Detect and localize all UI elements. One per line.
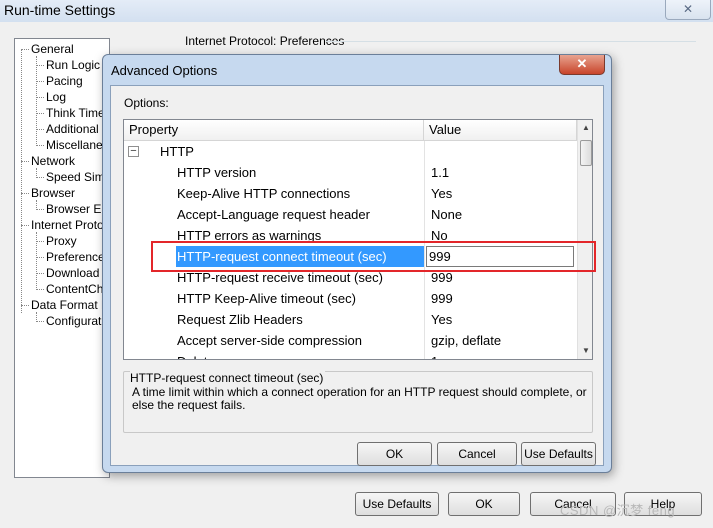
tree-item[interactable]: Preferences (46, 250, 109, 264)
tree-connector (36, 65, 44, 66)
annotation-highlight-box (151, 241, 596, 272)
tree-item[interactable]: Log (46, 90, 66, 104)
tree-connector (36, 257, 44, 258)
property-name: Request Zlib Headers (177, 312, 303, 327)
tree-item[interactable]: Browser Em (46, 202, 109, 216)
tree-item[interactable]: Data Format Ex (31, 298, 109, 312)
property-name: Accept-Language request header (177, 207, 370, 222)
scrollbar-thumb[interactable] (580, 140, 592, 166)
property-name: Keep-Alive HTTP connections (177, 186, 351, 201)
tree-connector (36, 97, 44, 98)
tree-connector (21, 225, 29, 226)
close-window-button[interactable]: ✕ (665, 0, 711, 20)
title-bar: Run-time Settings (0, 0, 713, 22)
property-row[interactable]: HTTP Keep-Alive timeout (sec) 999 (124, 288, 577, 309)
tree-connector (36, 113, 44, 114)
scroll-up-arrow-icon[interactable]: ▲ (578, 120, 592, 136)
tree-item[interactable]: Miscellaneo (46, 138, 109, 152)
settings-tree[interactable]: General Run Logic Pacing Log Think Time Addit… (14, 38, 110, 478)
tree-connector (36, 273, 44, 274)
tree-item[interactable]: Internet Protoc (31, 218, 109, 232)
tree-connector (36, 56, 37, 146)
tree-connector (36, 129, 44, 130)
tree-item[interactable]: Additional a (46, 122, 109, 136)
section-divider (326, 41, 696, 42)
tree-connector (21, 161, 29, 162)
tree-connector (36, 81, 44, 82)
property-row[interactable]: Delete ... 1 (124, 351, 577, 359)
tree-item[interactable]: Pacing (46, 74, 83, 88)
tree-item[interactable]: Browser (31, 186, 75, 200)
tree-item[interactable]: Configuration (46, 314, 109, 328)
scroll-down-arrow-icon[interactable]: ▼ (578, 343, 592, 359)
section-title: Internet Protocol: Preferences (184, 34, 346, 48)
tree-item[interactable]: ContentChe (46, 282, 109, 296)
tree-item[interactable]: Network (31, 154, 75, 168)
tree-connector (36, 209, 44, 210)
dialog-cancel-button[interactable]: Cancel (437, 442, 517, 466)
watermark: CSDN @沉梦 feng (560, 503, 676, 518)
column-header-property[interactable]: Property (124, 120, 424, 141)
dialog-title: Advanced Options (111, 63, 218, 78)
tree-connector (21, 305, 29, 306)
ok-button[interactable]: OK (448, 492, 520, 516)
category-row-http[interactable]: − HTTP (124, 141, 577, 162)
property-row[interactable]: Accept-Language request header None (124, 204, 577, 225)
description-text: A time limit within which a connect oper… (132, 385, 587, 412)
vertical-scrollbar[interactable]: ▲ ▼ (577, 120, 592, 359)
tree-item[interactable]: Run Logic (46, 58, 100, 72)
property-name: HTTP version (177, 165, 257, 180)
property-value[interactable]: gzip, deflate (428, 330, 577, 351)
tree-connector (36, 241, 44, 242)
property-row[interactable]: Accept server-side compression gzip, defl… (124, 330, 577, 351)
dialog-ok-button[interactable]: OK (357, 442, 432, 466)
property-value[interactable]: Yes (428, 183, 577, 204)
description-title: HTTP-request connect timeout (sec) (130, 371, 326, 385)
tree-connector (36, 312, 37, 322)
tree-connector (36, 177, 44, 178)
property-value[interactable]: None (428, 204, 577, 225)
tree-connector (36, 232, 37, 290)
tree-item[interactable]: Proxy (46, 234, 77, 248)
property-value[interactable]: Yes (428, 309, 577, 330)
tree-connector (21, 49, 29, 50)
property-name: Delete ... (176, 351, 424, 359)
tree-connector (36, 321, 44, 322)
options-grid: Property Value − HTTP HTTP version 1.1 Kee… (123, 119, 593, 360)
tree-item[interactable]: Download F (46, 266, 109, 280)
property-name: HTTP Keep-Alive timeout (sec) (177, 291, 356, 306)
tree-item[interactable]: Think Time (46, 106, 105, 120)
dialog-use-defaults-button[interactable]: Use Defaults (521, 442, 596, 466)
description-box: HTTP-request connect timeout (sec) A tim… (123, 371, 593, 433)
tree-item[interactable]: General (31, 42, 74, 56)
collapse-toggle-icon[interactable]: − (128, 146, 139, 157)
property-value[interactable]: 999 (428, 288, 577, 309)
tree-connector (21, 49, 22, 313)
category-label: HTTP (160, 144, 194, 159)
tree-connector (21, 193, 29, 194)
property-row[interactable]: Request Zlib Headers Yes (124, 309, 577, 330)
property-value[interactable]: 1 (428, 351, 577, 359)
tree-connector (36, 168, 37, 178)
tree-connector (36, 145, 44, 146)
dialog-body: Options: Property Value − HTTP HTTP vers… (110, 85, 604, 466)
property-name: Accept server-side compression (177, 333, 362, 348)
property-value[interactable]: 1.1 (428, 162, 577, 183)
tree-item[interactable]: Speed Simu (46, 170, 109, 184)
dialog-close-button[interactable]: ✕ (559, 55, 605, 75)
column-header-value[interactable]: Value (424, 120, 577, 141)
property-row[interactable]: Keep-Alive HTTP connections Yes (124, 183, 577, 204)
property-row[interactable]: HTTP version 1.1 (124, 162, 577, 183)
options-label: Options: (124, 96, 169, 110)
tree-connector (36, 200, 37, 210)
tree-connector (36, 289, 44, 290)
window-title: Run-time Settings (4, 2, 116, 18)
use-defaults-button[interactable]: Use Defaults (355, 492, 439, 516)
